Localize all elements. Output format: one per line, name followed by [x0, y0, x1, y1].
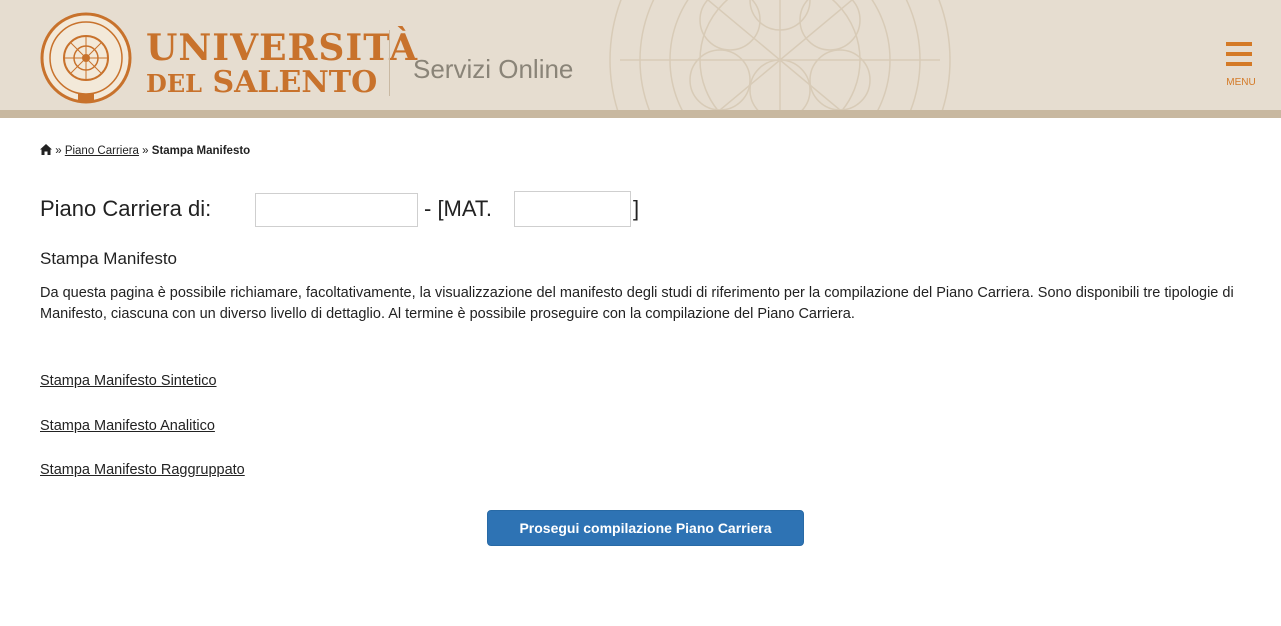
breadcrumb-current: Stampa Manifesto: [151, 145, 251, 157]
wordmark-line1: UNIVERSITÀ: [146, 27, 419, 69]
site-header: UNIVERSITÀ DEL SALENTO Servizi Online ME…: [0, 0, 1281, 118]
wordmark-line2: DEL SALENTO: [146, 68, 418, 98]
redacted-matricola: [514, 191, 631, 227]
wordmark-prefix: DEL: [146, 69, 202, 98]
university-seal-logo: [40, 12, 132, 104]
redacted-student-name: [255, 193, 418, 227]
breadcrumb-separator: »: [55, 145, 62, 157]
site-name: Servizi Online: [413, 54, 574, 84]
hamburger-icon-bar: [1226, 52, 1252, 56]
page-title: Piano Carriera di:: [40, 196, 211, 222]
university-wordmark: UNIVERSITÀ DEL SALENTO: [146, 30, 418, 98]
continue-piano-carriera-button[interactable]: Prosegui compilazione Piano Carriera: [487, 510, 804, 546]
section-title: Stampa Manifesto: [40, 249, 178, 268]
breadcrumb-separator: »: [142, 145, 149, 157]
link-stampa-manifesto-raggruppato[interactable]: Stampa Manifesto Raggruppato: [40, 462, 245, 478]
hamburger-icon-bar: [1226, 62, 1252, 66]
title-prefix: Piano Carriera di:: [40, 196, 212, 221]
menu-label: MENU: [1226, 77, 1256, 88]
hamburger-icon-bar: [1226, 42, 1252, 46]
breadcrumb-link-piano-carriera[interactable]: Piano Carriera: [65, 145, 139, 157]
section-description: Da questa pagina è possibile richiamare,…: [40, 285, 1234, 322]
home-icon[interactable]: [40, 144, 52, 158]
wordmark-main: SALENTO: [212, 65, 378, 100]
menu-button[interactable]: MENU: [1222, 40, 1266, 92]
header-divider: [389, 30, 390, 96]
link-stampa-manifesto-sintetico[interactable]: Stampa Manifesto Sintetico: [40, 373, 217, 389]
title-suffix: ]: [633, 196, 640, 221]
title-matricola-label: - [MAT.: [424, 196, 493, 221]
link-stampa-manifesto-analitico[interactable]: Stampa Manifesto Analitico: [40, 418, 215, 434]
breadcrumb: » Piano Carriera » Stampa Manifesto: [40, 144, 250, 158]
decorative-rose-window-pattern: [609, 0, 951, 110]
